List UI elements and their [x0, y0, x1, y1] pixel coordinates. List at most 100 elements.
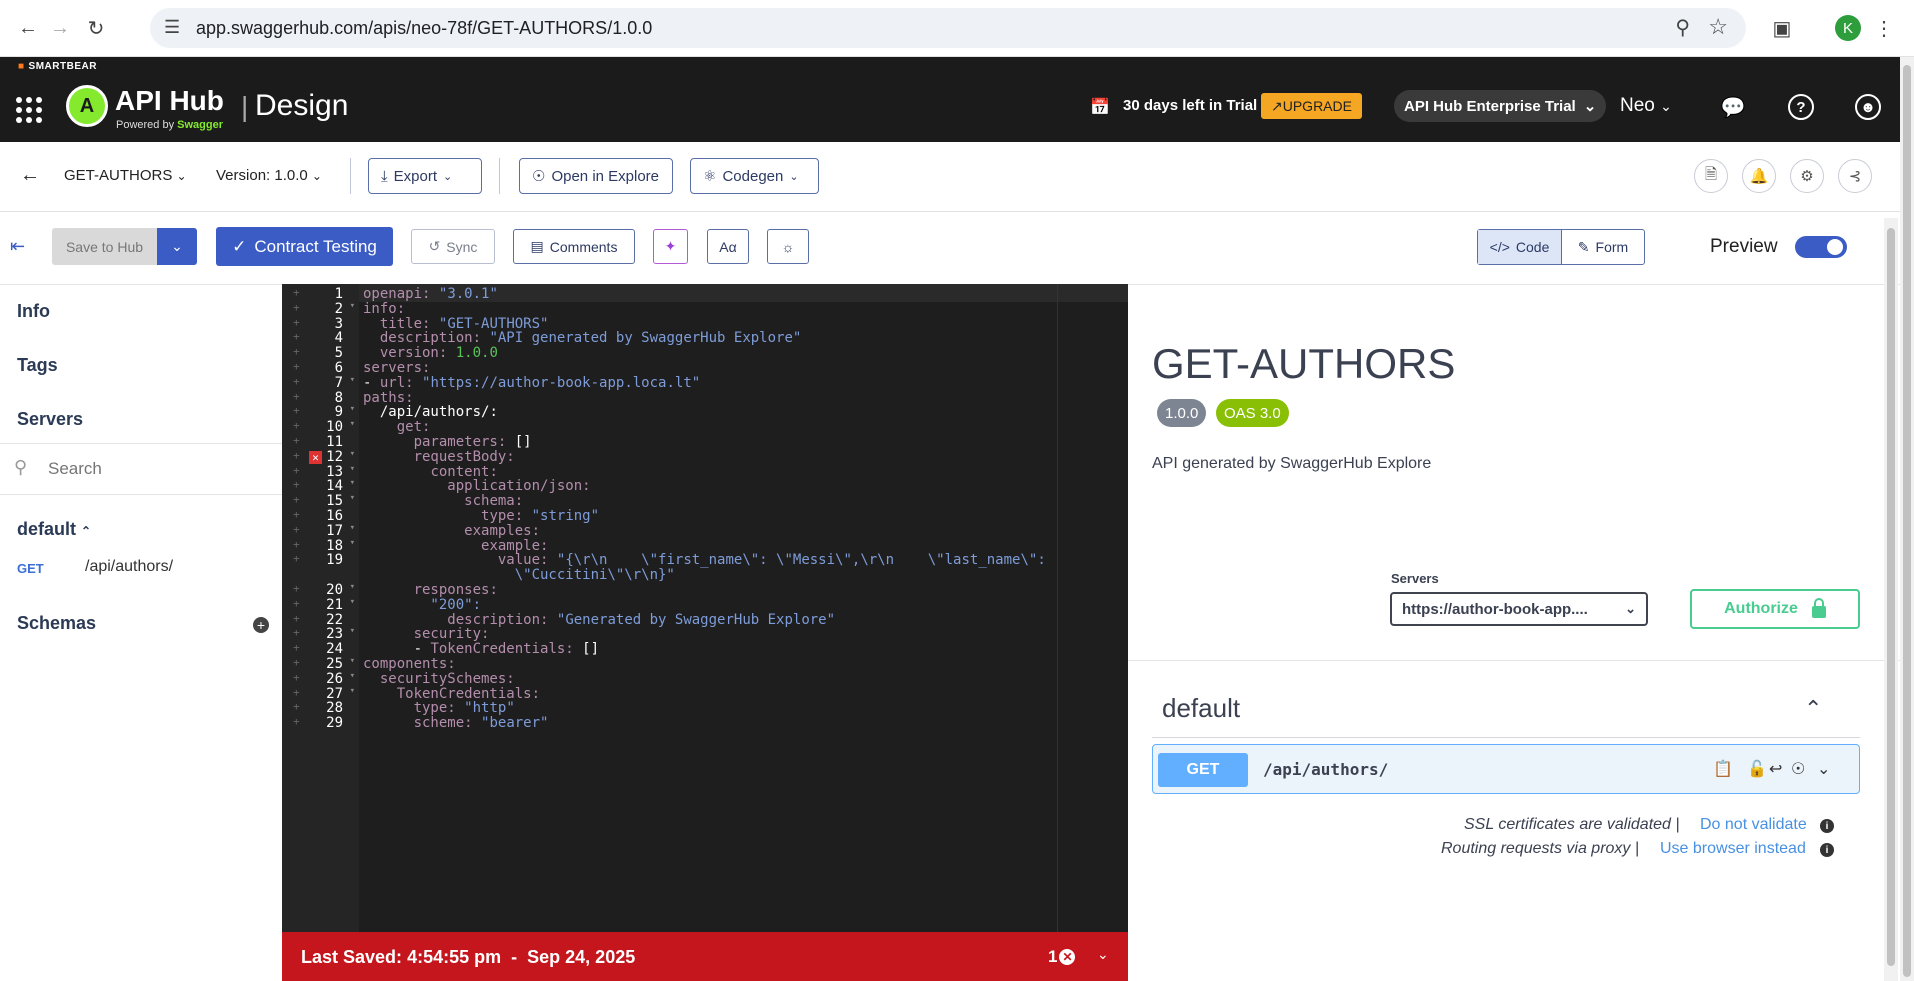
add-line-icon[interactable]: +: [293, 641, 300, 654]
fold-arrow-icon[interactable]: ▾: [350, 686, 355, 696]
user-dropdown[interactable]: Neo ⌄: [1620, 95, 1672, 117]
add-line-icon[interactable]: +: [293, 715, 300, 728]
font-settings-button[interactable]: Aα: [707, 229, 749, 264]
add-line-icon[interactable]: +: [293, 449, 300, 462]
add-line-icon[interactable]: +: [293, 375, 300, 388]
forward-icon[interactable]: →: [46, 14, 74, 42]
api-name-dropdown[interactable]: GET-AUTHORS ⌄: [64, 167, 187, 184]
search-input[interactable]: [48, 454, 258, 484]
code-line[interactable]: scheme: "bearer": [363, 715, 549, 733]
add-line-icon[interactable]: +: [293, 626, 300, 639]
profile-avatar[interactable]: K: [1835, 15, 1861, 41]
chevron-down-icon[interactable]: ⌄: [1817, 759, 1830, 779]
preview-toggle[interactable]: [1795, 236, 1847, 258]
do-not-validate-link[interactable]: Do not validate: [1700, 816, 1807, 834]
add-line-icon[interactable]: +: [293, 390, 300, 403]
extensions-icon[interactable]: ▣: [1768, 14, 1796, 42]
save-to-hub-button[interactable]: Save to Hub: [52, 228, 157, 265]
add-line-icon[interactable]: +: [293, 523, 300, 536]
add-line-icon[interactable]: +: [293, 478, 300, 491]
settings-gear-icon[interactable]: ⚙: [1790, 159, 1824, 193]
fold-arrow-icon[interactable]: ▾: [350, 301, 355, 311]
fold-arrow-icon[interactable]: ▾: [350, 538, 355, 548]
ai-sparkle-button[interactable]: ✦: [653, 229, 688, 264]
bookmark-star-icon[interactable]: ☆: [1708, 14, 1728, 40]
back-icon[interactable]: ←: [14, 14, 42, 42]
add-line-icon[interactable]: +: [293, 538, 300, 551]
use-browser-link[interactable]: Use browser instead: [1660, 840, 1806, 858]
add-line-icon[interactable]: +: [293, 345, 300, 358]
add-line-icon[interactable]: +: [293, 360, 300, 373]
add-line-icon[interactable]: +: [293, 464, 300, 477]
add-line-icon[interactable]: +: [293, 419, 300, 432]
contract-testing-button[interactable]: ✓ Contract Testing: [216, 227, 393, 266]
authorize-button[interactable]: Authorize: [1690, 589, 1860, 629]
compass-icon[interactable]: ☉: [1791, 759, 1805, 779]
unlock-icon[interactable]: 🔓: [1747, 759, 1767, 779]
fold-arrow-icon[interactable]: ▾: [350, 656, 355, 666]
apps-grid-icon[interactable]: [16, 97, 42, 123]
address-bar[interactable]: ☰ app.swaggerhub.com/apis/neo-78f/GET-AU…: [150, 8, 1746, 48]
notification-bell-icon[interactable]: 🔔: [1742, 159, 1776, 193]
fold-arrow-icon[interactable]: ▾: [350, 523, 355, 533]
add-line-icon[interactable]: +: [293, 700, 300, 713]
add-line-icon[interactable]: +: [293, 493, 300, 506]
fold-arrow-icon[interactable]: ▾: [350, 375, 355, 385]
code-view-button[interactable]: </> Code: [1478, 230, 1562, 264]
status-expand-icon[interactable]: ⌄: [1097, 946, 1109, 963]
fold-arrow-icon[interactable]: ▾: [350, 464, 355, 474]
add-line-icon[interactable]: +: [293, 686, 300, 699]
reload-icon[interactable]: ↻: [82, 14, 110, 42]
add-line-icon[interactable]: +: [293, 404, 300, 417]
add-line-icon[interactable]: +: [293, 316, 300, 329]
fold-arrow-icon[interactable]: ▾: [350, 493, 355, 503]
add-schema-icon[interactable]: +: [253, 617, 269, 633]
add-line-icon[interactable]: +: [293, 612, 300, 625]
upgrade-button[interactable]: ↗ UPGRADE: [1261, 93, 1362, 119]
nav-info[interactable]: Info: [17, 301, 50, 322]
page-scrollbar[interactable]: [1900, 57, 1914, 981]
plan-dropdown[interactable]: API Hub Enterprise Trial ⌄: [1394, 90, 1607, 122]
save-options-dropdown[interactable]: ⌄: [157, 228, 197, 265]
add-line-icon[interactable]: +: [293, 301, 300, 314]
fold-arrow-icon[interactable]: ▾: [350, 626, 355, 636]
code-editor[interactable]: +1 +2 ▾ +3 +4 +5 +6 +7 ▾ +8 +9 ▾ +10 ▾ +11 + ✕ 12 ▾ +13 ▾ +14…: [282, 284, 1128, 932]
api-hub-logo-icon[interactable]: A: [66, 85, 108, 127]
preview-scrollbar[interactable]: [1884, 218, 1898, 981]
chat-icon[interactable]: 💬: [1720, 94, 1746, 120]
back-arrow-icon[interactable]: ←: [20, 164, 40, 187]
info-icon[interactable]: i: [1820, 819, 1834, 833]
nav-tags[interactable]: Tags: [17, 355, 58, 376]
add-line-icon[interactable]: +: [293, 330, 300, 343]
fold-arrow-icon[interactable]: ▾: [350, 419, 355, 429]
sync-button[interactable]: ↺ Sync: [411, 229, 495, 264]
fold-arrow-icon[interactable]: ▾: [350, 597, 355, 607]
add-line-icon[interactable]: +: [293, 508, 300, 521]
error-marker-icon[interactable]: ✕: [309, 450, 322, 464]
nav-group-default[interactable]: default ⌃: [17, 519, 91, 540]
add-line-icon[interactable]: +: [293, 582, 300, 595]
theme-toggle-button[interactable]: ☼: [767, 229, 809, 264]
operation-path[interactable]: /api/authors/: [1263, 760, 1388, 779]
nav-op-method[interactable]: GET: [17, 561, 44, 576]
add-line-icon[interactable]: +: [293, 656, 300, 669]
operation-block[interactable]: GET /api/authors/ 📋 🔓 ↩ ☉ ⌄: [1152, 744, 1860, 794]
add-line-icon[interactable]: +: [293, 434, 300, 447]
add-line-icon[interactable]: +: [293, 286, 300, 299]
nav-schemas[interactable]: Schemas: [17, 613, 96, 634]
form-view-button[interactable]: ✎ Form: [1562, 230, 1644, 264]
servers-select[interactable]: https://author-book-app.... ⌄: [1390, 592, 1648, 626]
open-in-explore-button[interactable]: ☉ Open in Explore: [519, 158, 673, 194]
nav-servers[interactable]: Servers: [17, 409, 83, 430]
fold-arrow-icon[interactable]: ▾: [350, 478, 355, 488]
export-button[interactable]: ⤓ Export ⌄: [368, 158, 482, 194]
tag-heading[interactable]: default: [1162, 693, 1240, 724]
fold-arrow-icon[interactable]: ▾: [350, 671, 355, 681]
return-icon[interactable]: ↩: [1769, 759, 1782, 779]
app-name[interactable]: API Hub: [115, 85, 224, 117]
chevron-up-icon[interactable]: ⌃: [1804, 696, 1822, 722]
url-text[interactable]: app.swaggerhub.com/apis/neo-78f/GET-AUTH…: [196, 18, 652, 39]
add-line-icon[interactable]: +: [293, 597, 300, 610]
add-line-icon[interactable]: +: [293, 552, 300, 565]
zoom-icon[interactable]: ⚲: [1675, 15, 1690, 40]
